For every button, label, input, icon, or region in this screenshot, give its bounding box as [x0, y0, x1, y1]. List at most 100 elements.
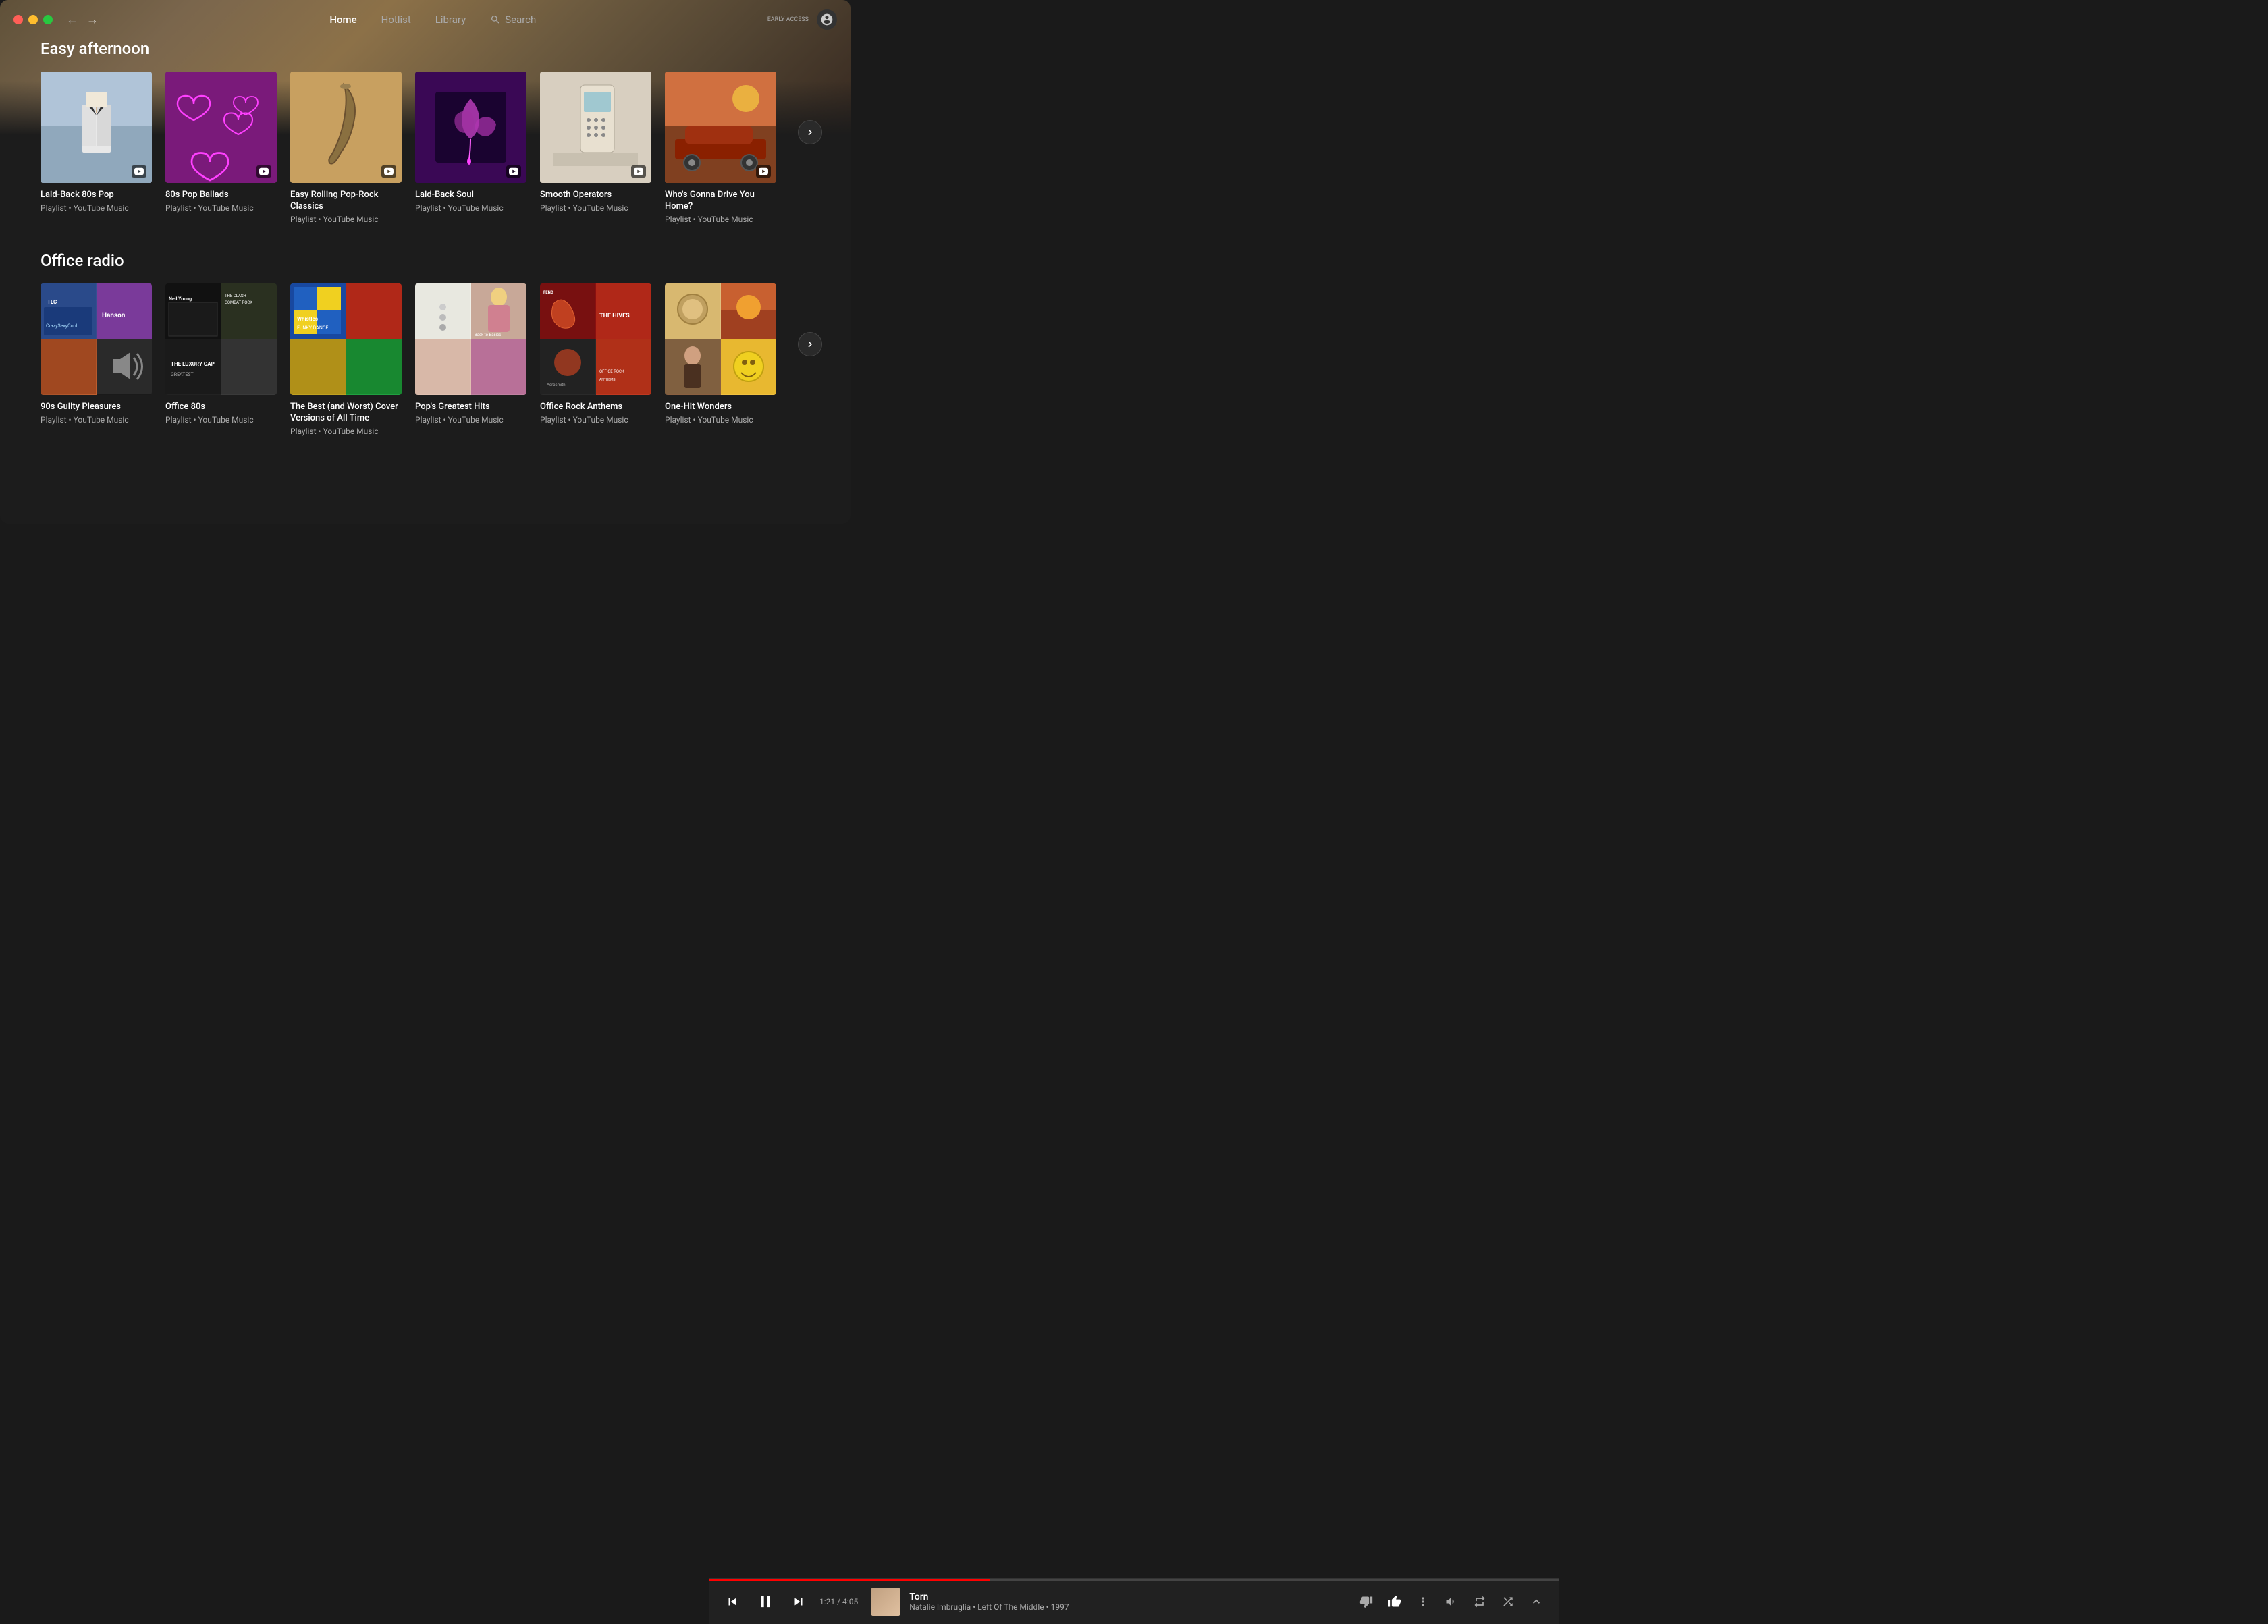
section-easy-afternoon: Easy afternoon: [40, 39, 810, 224]
cards-easy-afternoon: Laid-Back 80s Pop Playlist • YouTube Mus…: [40, 72, 810, 224]
card-subtitle-1: Playlist • YouTube Music: [40, 203, 152, 213]
main-content: Easy afternoon: [0, 39, 850, 524]
youtube-icon-4: [509, 167, 518, 176]
svg-text:THE CLASH: THE CLASH: [225, 294, 246, 298]
section-title-office-radio: Office radio: [40, 251, 810, 270]
cards-office-radio: TLC CrazySexyCool Hanson: [40, 283, 810, 436]
card-subtitle-4: Playlist • YouTube Music: [415, 203, 526, 213]
play-overlay-5: [631, 165, 646, 178]
onehit-cell-3: [665, 339, 720, 394]
card-subtitle-3: Playlist • YouTube Music: [290, 215, 402, 224]
office80s-cell-2: THE CLASH COMBAT ROCK: [221, 283, 277, 339]
card-title-5: Smooth Operators: [540, 190, 651, 201]
card-title-3: Easy Rolling Pop-Rock Classics: [290, 190, 402, 213]
scroll-right-office-radio[interactable]: [798, 332, 822, 356]
card-office-80s[interactable]: Neil Young THE CLASH COMBAT ROCK: [165, 283, 277, 425]
scroll-right-easy-afternoon[interactable]: [798, 120, 822, 144]
card-smooth-operators[interactable]: Smooth Operators Playlist • YouTube Musi…: [540, 72, 651, 213]
popsgreatest-cell-4: [471, 339, 526, 394]
maximize-button[interactable]: [43, 15, 53, 24]
svg-text:Whistles: Whistles: [297, 316, 318, 322]
nav-hotlist[interactable]: Hotlist: [381, 13, 411, 26]
nav-center: Home Hotlist Library Search: [99, 13, 767, 26]
card-subtitle-8: Playlist • YouTube Music: [165, 415, 277, 425]
onehit-cell-1: [665, 283, 720, 339]
card-title-8: Office 80s: [165, 402, 277, 413]
nav-right: EARLY ACCESS: [767, 9, 837, 30]
card-image-90s-guilty: TLC CrazySexyCool Hanson: [40, 283, 152, 395]
card-image-one-hit: [665, 283, 776, 395]
card-subtitle-9: Playlist • YouTube Music: [290, 427, 402, 436]
card-best-worst[interactable]: Whistles FUNKY DANCE: [290, 283, 402, 436]
card-title-10: Pop's Greatest Hits: [415, 402, 526, 413]
card-easy-rolling[interactable]: Easy Rolling Pop-Rock Classics Playlist …: [290, 72, 402, 224]
card-subtitle-5: Playlist • YouTube Music: [540, 203, 651, 213]
svg-text:CrazySexyCool: CrazySexyCool: [46, 323, 78, 329]
popsgreatest-cell-3: [415, 339, 470, 394]
svg-text:ANTHEMS: ANTHEMS: [599, 378, 616, 382]
card-title-4: Laid-Back Soul: [415, 190, 526, 201]
office80s-cell-3: THE LUXURY GAP GREATEST: [165, 339, 221, 394]
card-image-easy-rolling: [290, 72, 402, 183]
svg-text:GREATEST: GREATEST: [171, 372, 194, 377]
forward-button[interactable]: →: [86, 13, 99, 27]
card-title-6: Who's Gonna Drive You Home?: [665, 190, 776, 213]
youtube-icon-5: [634, 167, 643, 176]
window-controls: [14, 15, 53, 24]
card-pops-greatest[interactable]: Back to Basics: [415, 283, 526, 425]
search-area[interactable]: Search: [490, 13, 536, 26]
onehit-cell-4: [721, 339, 776, 394]
officerock-cell-1: FEND: [540, 283, 595, 339]
card-whos-gonna[interactable]: Who's Gonna Drive You Home? Playlist • Y…: [665, 72, 776, 224]
card-laidback-soul[interactable]: Laid-Back Soul Playlist • YouTube Music: [415, 72, 526, 213]
card-subtitle-7: Playlist • YouTube Music: [40, 415, 152, 425]
card-subtitle-10: Playlist • YouTube Music: [415, 415, 526, 425]
officerock-cell-3: Aerosmith: [540, 339, 595, 394]
card-subtitle-2: Playlist • YouTube Music: [165, 203, 277, 213]
nav-home[interactable]: Home: [329, 13, 356, 26]
close-button[interactable]: [14, 15, 23, 24]
card-image-pops-greatest: Back to Basics: [415, 283, 526, 395]
popsgreatest-cell-1: [415, 283, 470, 339]
card-image-office-80s: Neil Young THE CLASH COMBAT ROCK: [165, 283, 277, 395]
card-image-laidback-soul: [415, 72, 526, 183]
play-overlay-2: [256, 165, 271, 178]
svg-text:FUNKY DANCE: FUNKY DANCE: [297, 325, 328, 331]
card-subtitle-12: Playlist • YouTube Music: [665, 415, 776, 425]
back-button[interactable]: ←: [66, 13, 78, 27]
officerock-cell-2: THE HIVES: [596, 283, 651, 339]
popsgreatest-cell-2: Back to Basics: [471, 283, 526, 339]
card-image-laidback-80s-pop: [40, 72, 152, 183]
avatar-icon: [820, 13, 834, 26]
card-title-11: Office Rock Anthems: [540, 402, 651, 413]
nav-library[interactable]: Library: [435, 13, 466, 26]
card-image-80s-pop-ballads: [165, 72, 277, 183]
card-title-1: Laid-Back 80s Pop: [40, 190, 152, 201]
play-overlay-4: [506, 165, 521, 178]
bestworst-cell-2: [346, 283, 402, 339]
card-title-9: The Best (and Worst) Cover Versions of A…: [290, 402, 402, 425]
collage-cell-2: Hanson: [97, 283, 152, 339]
nav-arrows: ← →: [66, 13, 99, 27]
section-title-easy-afternoon: Easy afternoon: [40, 39, 810, 58]
minimize-button[interactable]: [28, 15, 38, 24]
onehit-cell-2: [721, 283, 776, 339]
youtube-icon: [134, 167, 144, 176]
section-office-radio: Office radio TLC CrazySexyCool: [40, 251, 810, 436]
chevron-right-icon-2: [804, 338, 816, 350]
svg-text:Neil Young: Neil Young: [169, 296, 192, 302]
card-image-office-rock: FEND THE HIVES: [540, 283, 651, 395]
card-one-hit[interactable]: One-Hit Wonders Playlist • YouTube Music: [665, 283, 776, 425]
play-overlay-1: [132, 165, 146, 178]
svg-text:THE LUXURY GAP: THE LUXURY GAP: [171, 361, 215, 367]
app-window: ← → Home Hotlist Library Search EARLY AC…: [0, 0, 850, 524]
card-90s-guilty[interactable]: TLC CrazySexyCool Hanson: [40, 283, 152, 425]
card-80s-pop-ballads[interactable]: 80s Pop Ballads Playlist • YouTube Music: [165, 72, 277, 213]
card-image-smooth: [540, 72, 651, 183]
card-office-rock[interactable]: FEND THE HIVES: [540, 283, 651, 425]
card-laidback-80s-pop[interactable]: Laid-Back 80s Pop Playlist • YouTube Mus…: [40, 72, 152, 213]
user-avatar[interactable]: [817, 9, 837, 30]
office80s-cell-4: [221, 339, 277, 394]
search-icon: [490, 14, 501, 25]
bestworst-cell-3: [290, 339, 346, 394]
